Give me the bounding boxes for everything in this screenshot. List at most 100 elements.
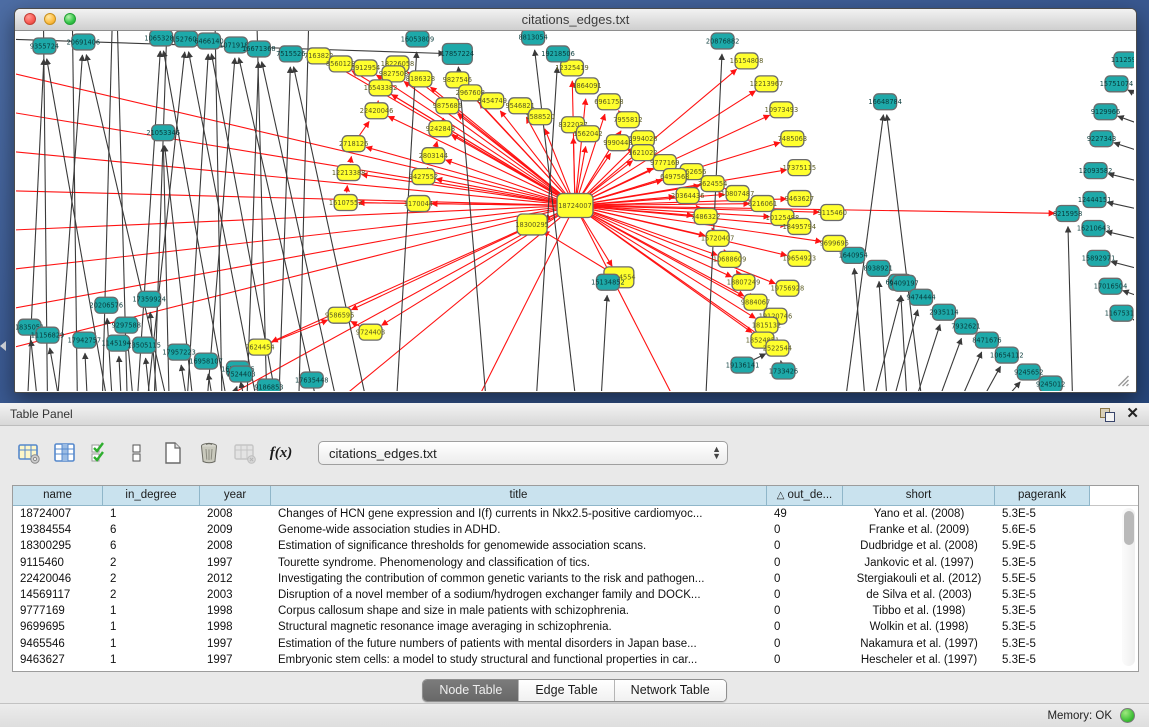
graph-node[interactable]: 16107552 bbox=[329, 195, 362, 211]
memory-status-indicator[interactable] bbox=[1120, 708, 1135, 723]
graph-node[interactable]: 9245652 bbox=[1014, 364, 1043, 380]
graph-node[interactable]: 12213388 bbox=[332, 165, 365, 181]
graph-node[interactable]: 9586595 bbox=[325, 307, 354, 323]
column-header-in-degree[interactable]: in_degree bbox=[103, 486, 200, 506]
graph-node[interactable]: 2935114 bbox=[929, 304, 958, 320]
graph-node[interactable]: 9724403 bbox=[356, 324, 385, 340]
table-row[interactable]: 9115460 2 1997 Tourette syndrome. Phenom… bbox=[13, 555, 1138, 571]
graph-node[interactable]: 18724007 bbox=[557, 194, 593, 218]
graph-node[interactable]: 7524403 bbox=[226, 366, 255, 382]
table-row[interactable]: 9465546 1 1997 Estimation of the future … bbox=[13, 636, 1138, 652]
graph-node[interactable]: 8215958 bbox=[1053, 206, 1082, 222]
table-row[interactable]: 14569117 2 2003 Disruption of a novel me… bbox=[13, 587, 1138, 603]
graph-node[interactable]: 7955812 bbox=[613, 112, 642, 128]
close-window-icon[interactable] bbox=[24, 13, 36, 25]
graph-node[interactable]: 8454749 bbox=[478, 93, 507, 109]
graph-node[interactable]: 20206576 bbox=[90, 297, 123, 313]
graph-node[interactable]: 1588520 bbox=[525, 109, 554, 125]
table-row[interactable]: 18300295 6 2008 Estimation of significan… bbox=[13, 538, 1138, 554]
graph-node[interactable]: 2803144 bbox=[419, 148, 448, 164]
graph-node[interactable]: 8471676 bbox=[972, 332, 1001, 348]
graph-node[interactable]: 1562042 bbox=[573, 126, 602, 142]
graph-node[interactable]: 9463627 bbox=[785, 191, 814, 207]
table-row[interactable]: 22420046 2 2012 Investigating the contri… bbox=[13, 571, 1138, 587]
graph-node[interactable]: 2522544 bbox=[763, 340, 792, 356]
graph-node[interactable]: 17942757 bbox=[68, 332, 101, 348]
graph-node[interactable]: 6216061 bbox=[748, 196, 777, 212]
graph-node[interactable]: 16154808 bbox=[730, 53, 763, 69]
graph-node[interactable]: 11675311 bbox=[1105, 305, 1134, 321]
graph-node[interactable]: 1733426 bbox=[769, 363, 798, 379]
graph-node[interactable]: 12444151 bbox=[1078, 192, 1111, 208]
select-columns-icon[interactable] bbox=[88, 440, 114, 466]
graph-node[interactable]: 7486322 bbox=[691, 209, 720, 225]
column-header-out-degree[interactable]: △out_de... bbox=[767, 486, 843, 506]
column-header-pagerank[interactable]: pagerank bbox=[995, 486, 1090, 506]
node-table[interactable]: name in_degree year title △out_de... sho… bbox=[12, 485, 1139, 672]
table-row[interactable]: 19384554 6 2009 Genome-wide association … bbox=[13, 522, 1138, 538]
table-scrollbar[interactable] bbox=[1122, 508, 1135, 666]
network-graph[interactable]: 1872400718300295193845547163822856012859… bbox=[16, 31, 1134, 391]
graph-node[interactable]: 6497568 bbox=[660, 169, 689, 185]
table-header-row[interactable]: name in_degree year title △out_de... sho… bbox=[13, 486, 1138, 506]
graph-node[interactable]: 21053346 bbox=[146, 125, 179, 141]
graph-node[interactable]: 15751074 bbox=[1100, 76, 1133, 92]
graph-node[interactable]: 1170044 bbox=[404, 196, 433, 212]
table-selector-combobox[interactable]: citations_edges.txt ▲▼ bbox=[318, 441, 728, 465]
graph-node[interactable]: 9245012 bbox=[1036, 376, 1065, 391]
graph-node[interactable]: 5912954 bbox=[351, 60, 380, 76]
graph-node[interactable]: 7515526 bbox=[276, 46, 305, 62]
network-canvas[interactable]: 1872400718300295193845547163822856012859… bbox=[16, 31, 1134, 391]
graph-node[interactable]: 16053809 bbox=[401, 31, 434, 47]
graph-node[interactable]: 10654112 bbox=[990, 347, 1023, 363]
table-row[interactable]: 9699695 1 1998 Structural magnetic reson… bbox=[13, 619, 1138, 635]
graph-node[interactable]: 9242848 bbox=[426, 121, 455, 137]
graph-node[interactable]: 1815132 bbox=[752, 317, 781, 333]
graph-node[interactable]: 9427552 bbox=[409, 169, 438, 185]
graph-node[interactable]: 16648784 bbox=[868, 94, 901, 110]
graph-node[interactable]: 8938921 bbox=[864, 260, 893, 276]
column-header-title[interactable]: title bbox=[271, 486, 767, 506]
graph-node[interactable]: 16210643 bbox=[1077, 220, 1110, 236]
graph-node[interactable]: 12093582 bbox=[1079, 163, 1112, 179]
graph-node[interactable]: 15720407 bbox=[701, 230, 734, 246]
tab-edge-table[interactable]: Edge Table bbox=[519, 680, 614, 701]
graph-node[interactable]: 7932621 bbox=[951, 318, 980, 334]
graph-node[interactable]: 10688609 bbox=[713, 251, 746, 267]
close-panel-icon[interactable]: ✕ bbox=[1126, 407, 1139, 421]
graph-node[interactable]: 9129966 bbox=[1091, 104, 1120, 120]
graph-node[interactable]: 19654923 bbox=[783, 250, 816, 266]
graph-node[interactable]: 19756928 bbox=[771, 280, 804, 296]
graph-node[interactable]: 17359924 bbox=[132, 291, 165, 307]
table-row[interactable]: 9777169 1 1998 Corpus callosum shape and… bbox=[13, 603, 1138, 619]
rows-icon[interactable] bbox=[124, 440, 150, 466]
table-row[interactable]: 9463627 1 1997 Embryonic stem cells: a m… bbox=[13, 652, 1138, 668]
tab-node-table[interactable]: Node Table bbox=[423, 680, 519, 701]
graph-node[interactable]: 9227343 bbox=[1087, 131, 1116, 147]
graph-node[interactable]: 9884067 bbox=[741, 294, 770, 310]
column-header-name[interactable]: name bbox=[13, 486, 103, 506]
column-header-short[interactable]: short bbox=[843, 486, 995, 506]
graph-node[interactable]: 9355724 bbox=[30, 38, 59, 54]
graph-node[interactable]: 17016504 bbox=[1094, 278, 1127, 294]
graph-node[interactable]: 9186853 bbox=[254, 379, 283, 391]
graph-node[interactable]: 9297588 bbox=[112, 317, 141, 333]
tab-network-table[interactable]: Network Table bbox=[615, 680, 726, 701]
graph-node[interactable]: 9115460 bbox=[818, 205, 847, 221]
graph-node[interactable]: 1864091 bbox=[572, 78, 601, 94]
graph-node[interactable]: 17375115 bbox=[783, 160, 816, 176]
collapse-panel-arrow-icon[interactable] bbox=[0, 341, 6, 351]
minimize-window-icon[interactable] bbox=[44, 13, 56, 25]
graph-node[interactable]: 18300295 bbox=[515, 214, 548, 235]
network-window-titlebar[interactable]: citations_edges.txt bbox=[15, 9, 1136, 31]
float-panel-icon[interactable] bbox=[1100, 408, 1114, 421]
graph-node[interactable]: 7624454 bbox=[245, 339, 274, 355]
graph-node[interactable]: 1112594 bbox=[1111, 52, 1134, 68]
graph-node[interactable]: 8186328 bbox=[406, 71, 435, 87]
graph-node[interactable]: 9474444 bbox=[906, 289, 935, 305]
graph-node[interactable]: 6961758 bbox=[594, 94, 623, 110]
delete-trash-icon[interactable] bbox=[196, 440, 222, 466]
function-builder-icon[interactable]: f(x) bbox=[268, 440, 294, 466]
graph-node[interactable]: 8813054 bbox=[518, 31, 547, 45]
table-settings-icon[interactable] bbox=[16, 440, 42, 466]
